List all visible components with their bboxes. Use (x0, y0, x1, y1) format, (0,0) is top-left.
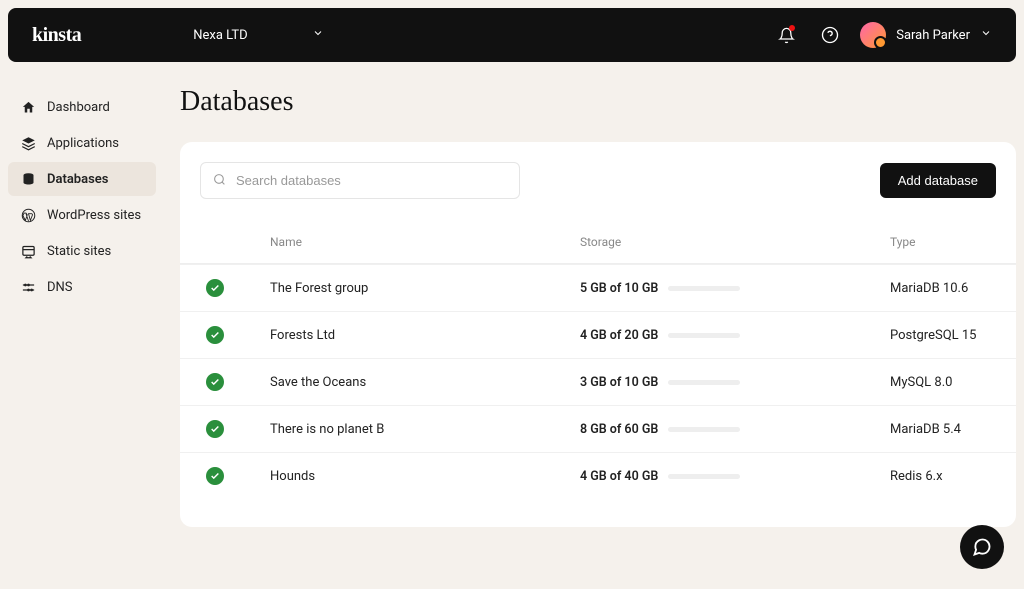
chevron-down-icon (312, 27, 324, 43)
table-row[interactable]: Forests Ltd4 GB of 20 GBPostgreSQL 15 (180, 311, 1016, 358)
db-storage: 8 GB of 60 GB (580, 422, 890, 437)
status-ok-icon (206, 420, 224, 438)
sidebar-item-label: DNS (47, 280, 73, 295)
db-type: Redis 6.x (890, 469, 996, 484)
sidebar-item-label: Databases (47, 172, 108, 187)
table-row[interactable]: Hounds4 GB of 40 GBRedis 6.x (180, 452, 1016, 499)
col-storage: Storage (580, 235, 890, 249)
db-type: MySQL 8.0 (890, 375, 996, 390)
status-ok-icon (206, 326, 224, 344)
page-title: Databases (180, 86, 1016, 118)
search-icon (213, 171, 226, 190)
sidebar-item-label: WordPress sites (47, 208, 141, 223)
sidebar-item-dashboard[interactable]: Dashboard (8, 90, 156, 124)
sidebar-item-static-sites[interactable]: Static sites (8, 234, 156, 268)
search-input-wrapper[interactable] (200, 162, 520, 199)
dns-icon (20, 279, 36, 295)
sidebar-item-databases[interactable]: Databases (8, 162, 156, 196)
logo: kinsta (32, 24, 81, 47)
db-storage: 3 GB of 10 GB (580, 375, 890, 390)
notifications-button[interactable] (772, 21, 800, 49)
table-header: Name Storage Type (180, 211, 1016, 264)
company-name: Nexa LTD (193, 28, 247, 43)
sidebar-item-dns[interactable]: DNS (8, 270, 156, 304)
sidebar-item-label: Applications (47, 136, 119, 151)
db-storage: 4 GB of 20 GB (580, 328, 890, 343)
col-type: Type (890, 235, 996, 249)
table-row[interactable]: Save the Oceans3 GB of 10 GBMySQL 8.0 (180, 358, 1016, 405)
topbar: kinsta Nexa LTD Sarah Parker (8, 8, 1016, 62)
main: Databases Add database Name Storage Type… (180, 70, 1016, 527)
company-selector[interactable]: Nexa LTD (193, 27, 323, 43)
db-type: PostgreSQL 15 (890, 328, 996, 343)
static-icon (20, 243, 36, 259)
sidebar-item-applications[interactable]: Applications (8, 126, 156, 160)
databases-card: Add database Name Storage Type The Fores… (180, 142, 1016, 527)
wordpress-icon (20, 207, 36, 223)
table-row[interactable]: The Forest group5 GB of 10 GBMariaDB 10.… (180, 264, 1016, 311)
db-name: There is no planet B (270, 422, 580, 437)
db-storage: 5 GB of 10 GB (580, 281, 890, 296)
search-input[interactable] (236, 173, 507, 188)
db-name: Forests Ltd (270, 328, 580, 343)
col-name: Name (270, 235, 580, 249)
table-row[interactable]: There is no planet B8 GB of 60 GBMariaDB… (180, 405, 1016, 452)
database-icon (20, 171, 36, 187)
sidebar: Dashboard Applications Databases WordPress … (8, 70, 156, 527)
sidebar-item-wordpress-sites[interactable]: WordPress sites (8, 198, 156, 232)
db-type: MariaDB 10.6 (890, 281, 996, 296)
sidebar-item-label: Static sites (47, 244, 111, 259)
db-name: Save the Oceans (270, 375, 580, 390)
chevron-down-icon (980, 27, 992, 43)
db-storage: 4 GB of 40 GB (580, 469, 890, 484)
chat-button[interactable] (960, 525, 1004, 569)
help-button[interactable] (816, 21, 844, 49)
db-type: MariaDB 5.4 (890, 422, 996, 437)
status-ok-icon (206, 373, 224, 391)
user-name: Sarah Parker (896, 28, 970, 43)
avatar (860, 22, 886, 48)
status-ok-icon (206, 279, 224, 297)
db-name: The Forest group (270, 281, 580, 296)
home-icon (20, 99, 36, 115)
stack-icon (20, 135, 36, 151)
sidebar-item-label: Dashboard (47, 100, 110, 115)
status-ok-icon (206, 467, 224, 485)
user-menu[interactable]: Sarah Parker (860, 22, 992, 48)
db-name: Hounds (270, 469, 580, 484)
add-database-button[interactable]: Add database (880, 163, 996, 198)
